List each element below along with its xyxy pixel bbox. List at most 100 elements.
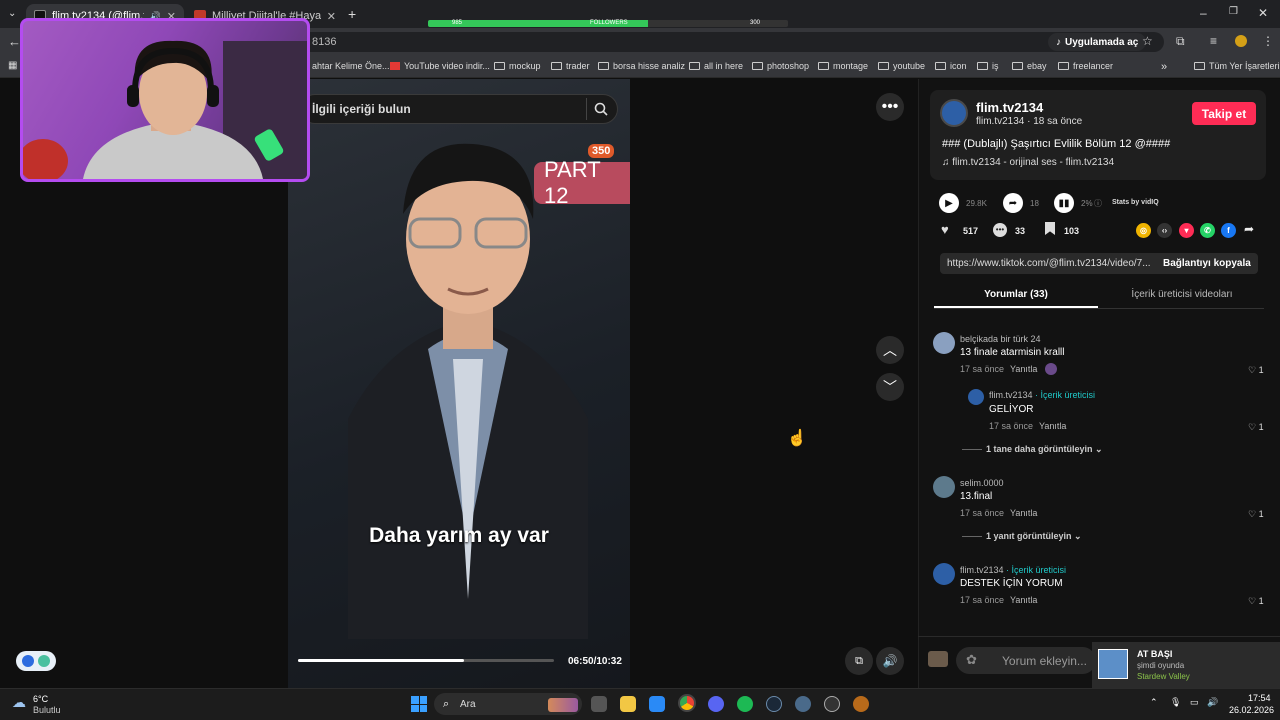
comment-like[interactable]: ♡ 1 [1248, 509, 1264, 520]
like-icon[interactable]: ♥ [941, 222, 949, 237]
comment-icon[interactable]: ••• [993, 223, 1007, 237]
media-icon[interactable]: ≡ [1210, 34, 1217, 48]
new-tab-button[interactable]: + [348, 6, 356, 22]
reply-button[interactable]: Yanıtla [1010, 595, 1037, 605]
steam-icon[interactable] [766, 696, 782, 712]
views-button[interactable]: ▶ [939, 193, 959, 213]
engagement-button[interactable]: ▮▮ [1054, 193, 1074, 213]
bookmark-item[interactable]: YouTube video indir... [390, 61, 490, 71]
bookmark-folder[interactable]: youtube [878, 61, 925, 71]
extension-widget[interactable] [16, 651, 56, 671]
close-tab-icon[interactable]: ✕ [327, 10, 336, 23]
engagement-rate: 2% [1081, 199, 1093, 208]
profile-avatar[interactable] [1235, 35, 1247, 47]
reply-button[interactable]: Yanıtla [1039, 421, 1066, 431]
pip-button[interactable]: ⧉ [845, 647, 873, 675]
bookmark-folder[interactable]: borsa hisse analiz [598, 61, 685, 71]
send-icon[interactable]: ▾ [1179, 223, 1194, 238]
volume-button[interactable]: 🔊 [876, 647, 904, 675]
copy-link-button[interactable]: Bağlantıyı kopyala [1163, 258, 1251, 269]
app-icon[interactable] [795, 696, 811, 712]
weather-temp[interactable]: 6°C [33, 694, 48, 704]
previous-video-button[interactable]: ︿ [876, 336, 904, 364]
author-name[interactable]: flim.tv2134 [976, 100, 1043, 115]
comment-like[interactable]: ♡ 1 [1248, 422, 1264, 433]
gift-icon[interactable]: ✿ [966, 652, 977, 668]
url-text[interactable]: 8136 [312, 36, 336, 48]
menu-icon[interactable]: ⋮ [1262, 34, 1274, 48]
shares-stat-button[interactable]: ➦ [1003, 193, 1023, 213]
bookmark-folder[interactable]: icon [935, 61, 967, 71]
video-progress-bar[interactable] [298, 659, 554, 662]
microphone-icon[interactable]: 🎙 [1170, 697, 1181, 708]
monitor-icon[interactable]: ▭ [1190, 697, 1199, 708]
all-bookmarks[interactable]: Tüm Yer İşaretleri [1194, 61, 1280, 71]
file-explorer-icon[interactable] [620, 696, 636, 712]
post-sound[interactable]: ♫ flim.tv2134 - orijinal ses - flim.tv21… [942, 157, 1114, 168]
share-icon[interactable]: ➦ [1244, 222, 1254, 236]
bookmark-folder[interactable]: photoshop [752, 61, 809, 71]
video-link[interactable]: https://www.tiktok.com/@flim.tv2134/vide… [947, 258, 1153, 269]
whatsapp-icon[interactable]: ✆ [1200, 223, 1215, 238]
star-icon[interactable]: ☆ [1142, 34, 1153, 48]
comment-meta: 17 sa önce Yanıtla [960, 508, 1038, 518]
windows-start-icon[interactable] [411, 696, 427, 712]
user-avatar[interactable] [928, 651, 948, 667]
follow-button[interactable]: Takip et [1192, 102, 1256, 125]
open-in-app-button[interactable]: ♪ Uygulamada aç [1048, 33, 1147, 51]
avatar[interactable] [933, 563, 955, 585]
coin-icon[interactable]: ◎ [1136, 223, 1151, 238]
comment-author[interactable]: belçikada bir türk 24 [960, 334, 1041, 344]
store-icon[interactable] [649, 696, 665, 712]
clock-time[interactable]: 17:54 [1248, 693, 1271, 703]
bookmark-folder[interactable]: ebay [1012, 61, 1047, 71]
bookmark-folder[interactable]: montage [818, 61, 868, 71]
clock-date[interactable]: 26.02.2026 [1229, 705, 1274, 715]
app-icon[interactable] [853, 696, 869, 712]
minimize-icon[interactable]: – [1200, 6, 1207, 20]
author-avatar[interactable] [940, 99, 968, 127]
comment-like[interactable]: ♡ 1 [1248, 596, 1264, 607]
avatar[interactable] [933, 476, 955, 498]
bookmark-folder[interactable]: all in here [689, 61, 743, 71]
reply-button[interactable]: Yanıtla [1010, 364, 1037, 374]
tab-creator-videos[interactable]: İçerik üreticisi videoları [1100, 289, 1264, 300]
maximize-icon[interactable]: ❐ [1229, 6, 1238, 17]
obs-icon[interactable] [824, 696, 840, 712]
folder-icon [551, 62, 562, 70]
discord-icon[interactable] [708, 696, 724, 712]
embed-icon[interactable]: ‹› [1157, 223, 1172, 238]
apps-grid-icon[interactable]: ▦ [8, 60, 17, 71]
view-more-replies[interactable]: 1 yanıt görüntüleyin ⌄ [962, 531, 1082, 542]
bookmark-folder[interactable]: iş [977, 61, 999, 71]
more-bookmarks-icon[interactable]: » [1161, 61, 1167, 73]
next-video-button[interactable]: ﹀ [876, 373, 904, 401]
view-more-replies[interactable]: 1 tane daha görüntüleyin ⌄ [962, 444, 1103, 455]
tab-search-chevron-icon[interactable]: ⌄ [8, 8, 16, 19]
facebook-icon[interactable]: f [1221, 223, 1236, 238]
tab-comments[interactable]: Yorumlar (33) [934, 289, 1098, 300]
comment-author[interactable]: flim.tv2134 · İçerik üreticisi [960, 565, 1066, 575]
bookmark-folder[interactable]: freelancer [1058, 61, 1113, 71]
bookmark-folder[interactable]: mockup [494, 61, 541, 71]
comment-author[interactable]: selim.0000 [960, 478, 1004, 488]
notification-avatar [1098, 649, 1128, 679]
search-button[interactable] [586, 98, 614, 120]
chevron-up-icon[interactable]: ⌃ [1150, 697, 1158, 708]
avatar[interactable] [933, 332, 955, 354]
speaker-icon[interactable]: 🔊 [1207, 697, 1218, 708]
info-icon[interactable]: ⓘ [1094, 198, 1102, 209]
task-view-icon[interactable] [591, 696, 607, 712]
comment-author[interactable]: flim.tv2134 · İçerik üreticisi [989, 390, 1095, 400]
chrome-icon[interactable] [678, 694, 696, 712]
close-window-icon[interactable]: ✕ [1258, 6, 1268, 20]
comment-like[interactable]: ♡ 1 [1248, 365, 1264, 376]
extensions-icon[interactable]: ⧉ [1176, 34, 1185, 49]
webcam-person [23, 40, 307, 179]
reply-button[interactable]: Yanıtla [1010, 508, 1037, 518]
bookmark-item[interactable]: ahtar Kelime Öne... [312, 61, 390, 71]
avatar[interactable] [968, 389, 984, 405]
bookmark-folder[interactable]: trader [551, 61, 590, 71]
more-options-button[interactable]: ••• [876, 93, 904, 121]
spotify-icon[interactable] [737, 696, 753, 712]
